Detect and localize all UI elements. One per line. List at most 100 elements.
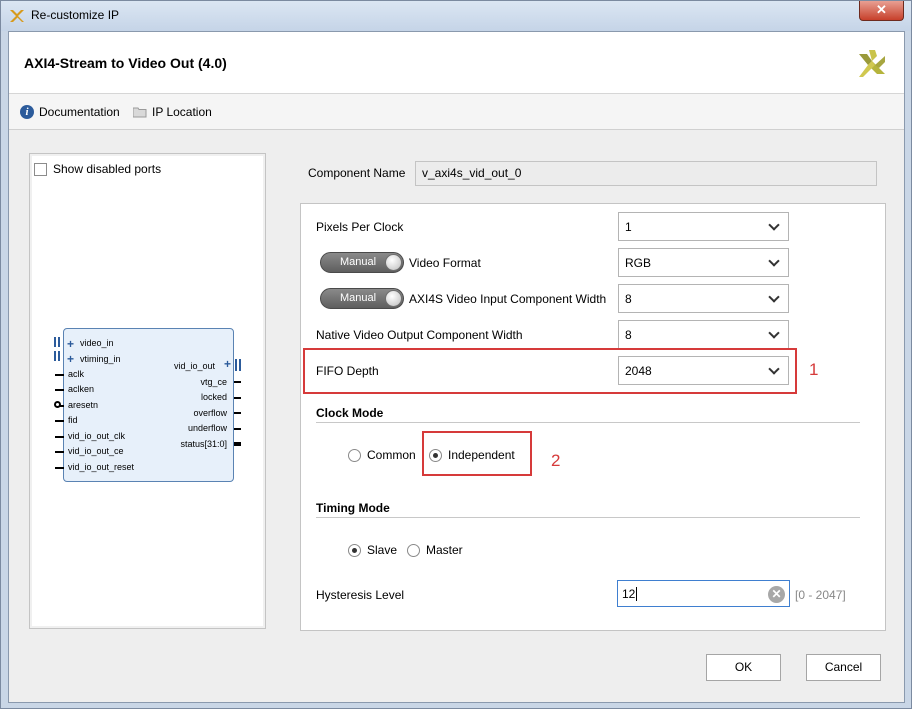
- radio-label: Slave: [367, 543, 398, 557]
- select-value: 8: [625, 292, 632, 306]
- radio-label: Common: [367, 448, 416, 462]
- clock-mode-title: Clock Mode: [316, 406, 384, 420]
- port-pin: [55, 389, 64, 391]
- highlight-box-2: [422, 431, 532, 476]
- bus-connector-icon: [54, 337, 60, 361]
- ip-location-link[interactable]: IP Location: [133, 105, 212, 119]
- select-value: 8: [625, 328, 632, 342]
- annotation-number-2: 2: [551, 451, 561, 470]
- annotation-number-1: 1: [809, 360, 819, 379]
- output-width-select[interactable]: 8: [618, 320, 789, 349]
- ok-button[interactable]: OK: [706, 654, 781, 681]
- port-label: fid: [68, 415, 78, 425]
- radio-button-selected[interactable]: [348, 543, 361, 557]
- expand-plus-icon[interactable]: +: [224, 357, 231, 371]
- output-width-label: Native Video Output Component Width: [316, 328, 523, 342]
- port-label: vid_io_out: [173, 361, 215, 371]
- ip-block-symbol: + + video_in vtiming_in aclk aclken ares…: [54, 328, 241, 482]
- header-panel: AXI4-Stream to Video Out (4.0): [9, 32, 904, 94]
- port-label: locked: [200, 392, 227, 402]
- expand-plus-icon[interactable]: +: [67, 352, 74, 366]
- port-label: vtg_ce: [200, 377, 227, 387]
- video-format-label: Video Format: [409, 256, 481, 270]
- ip-location-label: IP Location: [152, 105, 212, 119]
- folder-icon: [133, 107, 147, 118]
- component-name-label: Component Name: [308, 166, 406, 180]
- highlight-box-1: [303, 348, 797, 394]
- cancel-button[interactable]: Cancel: [806, 654, 881, 681]
- expand-plus-icon[interactable]: +: [67, 337, 74, 351]
- xilinx-title-icon: [10, 10, 24, 22]
- select-value: RGB: [625, 256, 652, 270]
- toggle-label: Manual: [340, 292, 377, 304]
- close-button[interactable]: ✕: [859, 1, 904, 21]
- toolbar: i Documentation IP Location: [9, 94, 904, 130]
- port-label: status[31:0]: [180, 439, 227, 449]
- xilinx-logo-icon: [859, 50, 885, 77]
- port-label: vid_io_out_ce: [68, 446, 124, 456]
- pixels-per-clock-select[interactable]: 1: [618, 212, 789, 241]
- show-disabled-ports-label: Show disabled ports: [53, 162, 162, 176]
- hysteresis-label: Hysteresis Level: [316, 588, 405, 602]
- text-cursor: [636, 587, 638, 601]
- config-panel: Pixels Per Clock 1 Manual Video Format R…: [300, 203, 886, 631]
- port-label: aresetn: [68, 400, 99, 410]
- section-divider: [316, 517, 860, 518]
- port-label: overflow: [193, 408, 227, 418]
- video-format-manual-toggle[interactable]: Manual: [320, 252, 404, 273]
- clear-icon[interactable]: ✕: [768, 586, 785, 603]
- timing-mode-master-radio[interactable]: Master: [407, 543, 463, 557]
- hysteresis-value: 12: [622, 587, 636, 601]
- radio-button[interactable]: [348, 448, 361, 462]
- port-pin: [55, 374, 64, 376]
- title-bar[interactable]: Re-customize IP ✕: [1, 1, 911, 31]
- section-divider: [316, 422, 860, 423]
- port-pin: [55, 451, 64, 453]
- port-label: vid_io_out_reset: [68, 462, 135, 472]
- documentation-link[interactable]: i Documentation: [20, 105, 120, 119]
- component-name-field[interactable]: v_axi4s_vid_out_0: [415, 161, 877, 186]
- show-disabled-ports-toggle[interactable]: Show disabled ports: [34, 162, 161, 176]
- info-icon: i: [20, 105, 34, 119]
- port-label: aclk: [68, 369, 85, 379]
- ip-title: AXI4-Stream to Video Out (4.0): [24, 55, 227, 71]
- timing-mode-title: Timing Mode: [316, 501, 390, 515]
- port-pin: [234, 428, 241, 430]
- input-width-label: AXI4S Video Input Component Width: [409, 292, 607, 306]
- port-pin: [234, 442, 241, 446]
- port-label: vtiming_in: [80, 354, 121, 364]
- port-label: underflow: [187, 423, 227, 433]
- pixels-per-clock-label: Pixels Per Clock: [316, 220, 404, 234]
- port-label: video_in: [80, 338, 114, 348]
- port-pin: [55, 467, 64, 469]
- port-pin: [234, 412, 241, 414]
- window-title: Re-customize IP: [31, 8, 120, 22]
- radio-button[interactable]: [407, 543, 420, 557]
- radio-label: Master: [426, 543, 463, 557]
- port-pin: [55, 436, 64, 438]
- input-width-select[interactable]: 8: [618, 284, 789, 313]
- port-pin: [234, 397, 241, 399]
- hysteresis-input[interactable]: 12: [617, 580, 790, 607]
- bus-connector-icon: [235, 359, 241, 371]
- video-format-select[interactable]: RGB: [618, 248, 789, 277]
- chevron-down-icon: [768, 291, 780, 303]
- ip-symbol-panel: Show disabled ports + + video_in vtiming…: [29, 153, 266, 629]
- show-disabled-ports-checkbox[interactable]: [34, 162, 47, 176]
- port-label: aclken: [68, 384, 95, 394]
- chevron-down-icon: [768, 219, 780, 231]
- input-width-manual-toggle[interactable]: Manual: [320, 288, 404, 309]
- active-low-marker: [54, 401, 61, 408]
- toggle-knob: [385, 254, 402, 271]
- port-label: vid_io_out_clk: [68, 431, 126, 441]
- chevron-down-icon: [768, 327, 780, 339]
- clock-mode-common-radio[interactable]: Common: [348, 448, 416, 462]
- timing-mode-slave-radio[interactable]: Slave: [348, 543, 397, 557]
- hysteresis-range: [0 - 2047]: [795, 588, 846, 602]
- toggle-label: Manual: [340, 256, 377, 268]
- documentation-label: Documentation: [39, 105, 120, 119]
- dialog-window: Re-customize IP ✕ AXI4-Stream to Video O…: [0, 0, 912, 709]
- chevron-down-icon: [768, 255, 780, 267]
- dialog-body: AXI4-Stream to Video Out (4.0) i Documen…: [8, 31, 905, 703]
- port-pin: [55, 420, 64, 422]
